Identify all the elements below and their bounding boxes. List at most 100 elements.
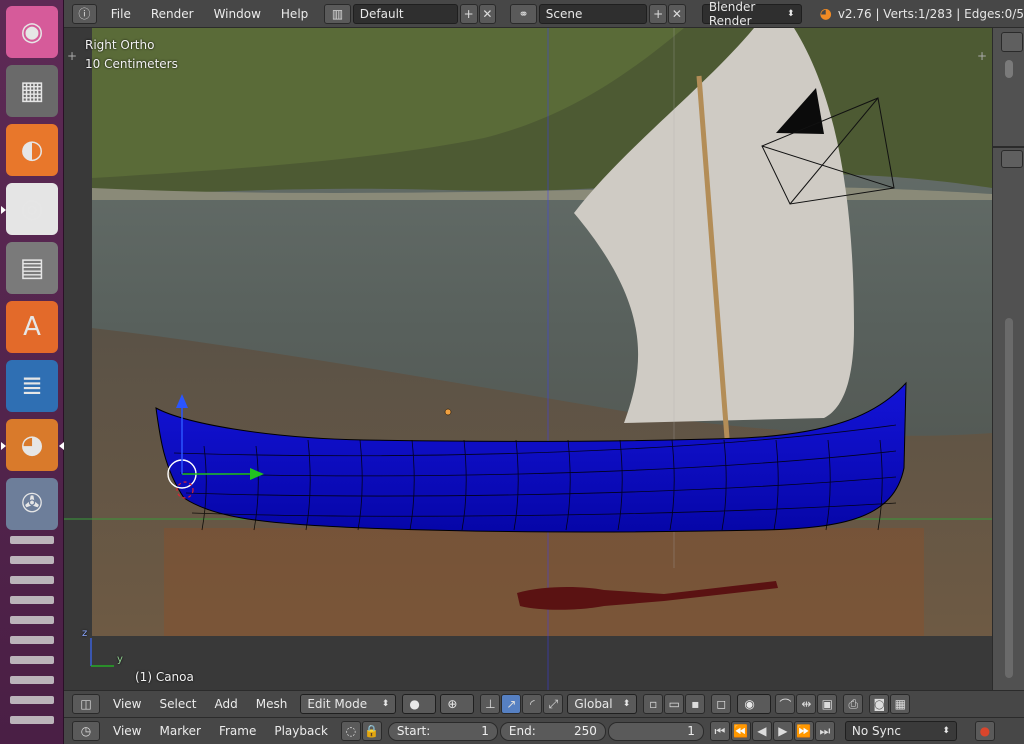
collapsed-launcher-item[interactable] <box>10 556 54 564</box>
collapsed-launcher-item[interactable] <box>10 696 54 704</box>
transform-orientation-select[interactable]: Global ⬍ <box>567 694 638 714</box>
collapsed-launcher-item[interactable] <box>10 596 54 604</box>
vertex-select-icon[interactable]: ▫ <box>643 694 664 714</box>
calculator-icon[interactable]: ▦ <box>6 65 58 117</box>
screen-layout-field[interactable]: Default <box>352 3 458 24</box>
proportional-edit-select[interactable]: ◉ <box>737 694 772 714</box>
software-center-icon[interactable]: A <box>6 301 58 353</box>
blender-icon[interactable]: ◕ <box>6 419 58 471</box>
current-frame-field[interactable]: 1 <box>607 721 704 741</box>
play-icon[interactable]: ▶ <box>772 721 793 741</box>
add-screen-icon[interactable]: + <box>459 3 478 24</box>
menu-help[interactable]: Help <box>271 7 318 21</box>
axis-z-label: z <box>82 628 88 639</box>
snap-icon[interactable]: ⌒ <box>775 694 796 714</box>
viewport-canvas[interactable]: + + <box>64 28 992 690</box>
outliner-icon[interactable] <box>1001 32 1023 52</box>
edge-select-icon[interactable]: ▭ <box>664 694 685 714</box>
editor-type-3d-icon[interactable]: ◫ <box>72 694 100 714</box>
collapsed-launcher-item[interactable] <box>10 616 54 624</box>
mode-select[interactable]: Edit Mode ⬍ <box>300 694 397 714</box>
record-keyframes-icon[interactable]: ● <box>974 721 995 741</box>
next-keyframe-icon[interactable]: ⏩ <box>793 721 814 741</box>
opengl-render-icon[interactable]: ⎙ <box>843 694 864 714</box>
limit-selection-icon[interactable]: ◻ <box>711 694 732 714</box>
proportional-icon: ◉ <box>744 697 755 711</box>
outliner-properties-strip[interactable] <box>992 28 1024 690</box>
snap-target-icon[interactable]: ▣ <box>817 694 838 714</box>
translate-manipulator-icon[interactable]: ↗ <box>501 694 522 714</box>
menu-view[interactable]: View <box>104 724 150 738</box>
collapsed-launcher-item[interactable] <box>10 716 54 724</box>
collapsed-launcher-item[interactable] <box>10 536 54 544</box>
video-editor-icon[interactable]: ✇ <box>6 478 58 530</box>
lock-icon[interactable]: 🔒 <box>361 721 382 741</box>
menu-select[interactable]: Select <box>150 697 205 711</box>
object-origin-icon[interactable] <box>444 408 452 416</box>
menu-mesh[interactable]: Mesh <box>247 697 297 711</box>
menu-frame[interactable]: Frame <box>210 724 265 738</box>
rotate-manipulator-icon[interactable]: ◜ <box>522 694 543 714</box>
properties-scrollbar[interactable] <box>1005 318 1013 678</box>
menu-file[interactable]: File <box>101 7 141 21</box>
editor-type-timeline-icon[interactable]: ◷ <box>72 721 100 741</box>
chevron-updown-icon: ⬍ <box>381 699 390 709</box>
tool-shelf-toggle-icon[interactable]: + <box>67 49 77 63</box>
view-name: Right Ortho <box>85 38 155 52</box>
scene-icon[interactable]: ⚭ <box>510 3 537 24</box>
menu-window[interactable]: Window <box>204 7 271 21</box>
keying-set-icon[interactable]: ◌ <box>340 721 361 741</box>
properties-icon[interactable] <box>1001 150 1023 168</box>
render-engine-select[interactable]: Blender Render ⬍ <box>701 0 802 28</box>
play-reverse-icon[interactable]: ◀ <box>751 721 772 741</box>
chrome-icon[interactable]: ◎ <box>6 183 58 235</box>
file-manager-icon-glyph: ▤ <box>19 253 45 283</box>
info-header: ⓘ File Render Window Help ▥ Default + ✕ ⚭ S… <box>64 0 1024 28</box>
outliner-scrollbar[interactable] <box>1005 60 1013 78</box>
collapsed-launcher-item[interactable] <box>10 636 54 644</box>
viewport-shading-select[interactable]: ● <box>402 694 437 714</box>
3d-viewport[interactable]: + + Right Ortho 10 Centimeters (1) Canoa… <box>64 28 992 690</box>
editor-type-info-icon[interactable]: ⓘ <box>72 3 97 24</box>
render-still-icon[interactable]: ◙ <box>869 694 890 714</box>
active-object-label: (1) Canoa <box>135 670 194 684</box>
jump-start-icon[interactable]: ⏮ <box>709 721 730 741</box>
render-animation-icon[interactable]: ▦ <box>890 694 911 714</box>
menu-playback[interactable]: Playback <box>265 724 337 738</box>
delete-scene-icon[interactable]: ✕ <box>668 3 686 24</box>
chevron-updown-icon: ⬍ <box>942 726 950 736</box>
end-frame-field[interactable]: End: 250 <box>499 721 606 741</box>
prev-keyframe-icon[interactable]: ⏪ <box>730 721 751 741</box>
scene-field[interactable]: Scene <box>538 3 648 24</box>
orientation-label: Global <box>574 697 613 711</box>
jump-end-icon[interactable]: ⏭ <box>814 721 835 741</box>
face-select-icon[interactable]: ▪ <box>685 694 706 714</box>
snap-element-icon[interactable]: ⇹ <box>796 694 817 714</box>
software-center-icon-glyph: A <box>23 312 41 342</box>
manipulator-toggle-icon[interactable]: ⊥ <box>480 694 501 714</box>
menu-marker[interactable]: Marker <box>150 724 209 738</box>
collapsed-launcher-item[interactable] <box>10 576 54 584</box>
sync-select[interactable]: No Sync ⬍ <box>844 721 957 741</box>
screen-layout-icon[interactable]: ▥ <box>324 3 351 24</box>
timeline-menus: View Marker Frame Playback <box>104 724 337 738</box>
pivot-point-select[interactable]: ⊕ <box>440 694 475 714</box>
firefox-icon[interactable]: ◐ <box>6 124 58 176</box>
video-editor-icon-glyph: ✇ <box>21 489 43 519</box>
3d-view-menus: View Select Add Mesh <box>104 697 296 711</box>
ubuntu-dash-icon[interactable]: ◉ <box>6 6 58 58</box>
grid-scale: 10 Centimeters <box>85 57 178 71</box>
writer-document-icon[interactable]: ≣ <box>6 360 58 412</box>
start-frame-field[interactable]: Start: 1 <box>387 721 498 741</box>
add-scene-icon[interactable]: + <box>649 3 668 24</box>
menu-add[interactable]: Add <box>206 697 247 711</box>
delete-screen-icon[interactable]: ✕ <box>478 3 497 24</box>
menu-render[interactable]: Render <box>141 7 204 21</box>
file-manager-icon[interactable]: ▤ <box>6 242 58 294</box>
scene-statistics: v2.76 | Verts:1/283 | Edges:0/5 <box>837 6 1024 21</box>
scale-manipulator-icon[interactable]: ⤢ <box>543 694 564 714</box>
collapsed-launcher-item[interactable] <box>10 676 54 684</box>
properties-toggle-icon[interactable]: + <box>977 49 987 63</box>
collapsed-launcher-item[interactable] <box>10 656 54 664</box>
menu-view[interactable]: View <box>104 697 150 711</box>
